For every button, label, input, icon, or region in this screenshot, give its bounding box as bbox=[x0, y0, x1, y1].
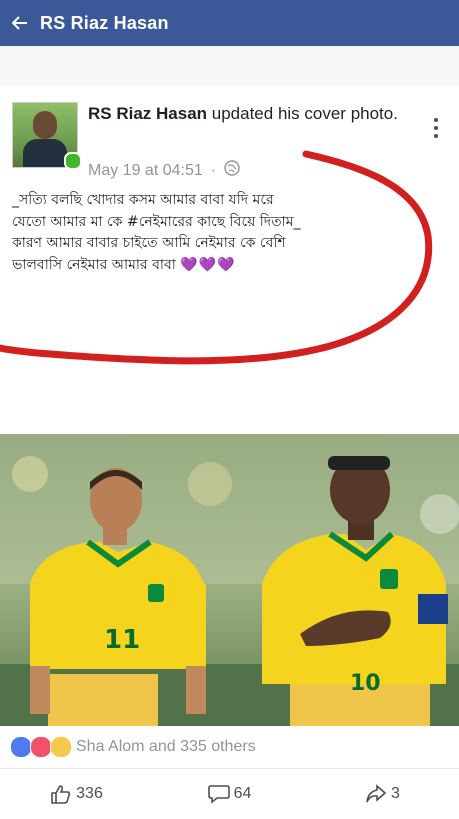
purple-hearts-emoji: 💜💜💜 bbox=[180, 256, 236, 273]
like-button[interactable]: 336 bbox=[0, 769, 153, 819]
reaction-icons bbox=[10, 736, 72, 758]
love-reaction-icon bbox=[30, 736, 52, 758]
post-timestamp-row: May 19 at 04:51 · bbox=[88, 160, 240, 181]
like-reaction-icon bbox=[10, 736, 32, 758]
share-count: 3 bbox=[391, 785, 400, 802]
separator-dot: · bbox=[210, 161, 217, 179]
reaction-summary[interactable]: Sha Alom and 335 others bbox=[0, 726, 459, 768]
comment-count: 64 bbox=[233, 785, 252, 802]
action-bar: 336 64 3 bbox=[0, 768, 459, 819]
post-header: RS Riaz Hasan updated his cover photo. bbox=[88, 102, 418, 126]
post-card: RS Riaz Hasan updated his cover photo. M… bbox=[0, 86, 459, 819]
post-body: _সত্যি বলছি খোদার কসম আমার বাবা যদি মরে … bbox=[12, 190, 312, 276]
author-name[interactable]: RS Riaz Hasan bbox=[88, 104, 207, 123]
post-text: _সত্যি বলছি খোদার কসম আমার বাবা যদি মরে … bbox=[12, 192, 301, 273]
share-icon bbox=[366, 784, 387, 803]
comment-button[interactable]: 64 bbox=[153, 769, 306, 819]
online-status-icon bbox=[64, 152, 82, 170]
comment-icon bbox=[207, 785, 230, 804]
cover-photo[interactable]: 11 10 bbox=[0, 434, 459, 726]
back-arrow-icon[interactable] bbox=[0, 0, 40, 46]
reaction-text: Sha Alom and 335 others bbox=[76, 738, 256, 755]
share-button[interactable]: 3 bbox=[306, 769, 459, 819]
post-timestamp[interactable]: May 19 at 04:51 bbox=[88, 162, 203, 180]
top-app-bar: RS Riaz Hasan bbox=[0, 0, 459, 46]
like-count: 336 bbox=[76, 785, 103, 802]
post-action-text: updated his cover photo. bbox=[207, 104, 398, 123]
haha-reaction-icon bbox=[50, 736, 72, 758]
right-jersey-number: 10 bbox=[350, 671, 381, 696]
cover-strip bbox=[0, 46, 459, 87]
globe-icon bbox=[224, 160, 240, 181]
like-icon bbox=[51, 785, 71, 804]
more-vert-icon[interactable] bbox=[430, 116, 442, 140]
left-jersey-number: 11 bbox=[104, 625, 140, 655]
page-title: RS Riaz Hasan bbox=[40, 12, 169, 33]
